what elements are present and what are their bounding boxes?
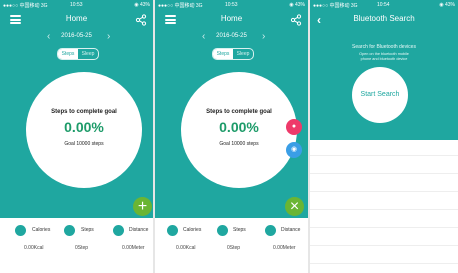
status-bar: ●●●○○ 中国移动 3G 10:53 ◉ 43% <box>0 0 153 9</box>
home-screen-1: ●●●○○ 中国移动 3G 10:53 ◉ 43% Home ‹ 2016-05… <box>0 0 153 273</box>
goal-subtitle: Goal 10000 steps <box>64 141 104 147</box>
tab-steps[interactable]: Steps <box>213 49 233 59</box>
calories-label: Calories <box>32 227 51 233</box>
next-day-button[interactable]: › <box>262 31 265 43</box>
status-bar: ●●●○○ 中国移动 3G 10:53 ◉ 43% <box>155 0 308 9</box>
close-menu-button[interactable]: × <box>285 197 304 216</box>
home-screen-2: ●●●○○ 中国移动 3G 10:53 ◉ 43% Home ‹ 2016-05… <box>155 0 308 273</box>
time-text: 10:54 <box>377 2 390 8</box>
distance-label: Distance <box>129 227 149 233</box>
sync-button[interactable]: ◉ <box>286 142 302 158</box>
search-description: Search for Bluetooth devices <box>352 44 416 50</box>
stats-bar: Calories 0.00Kcal Steps 0Step Distance 0… <box>0 218 153 273</box>
carrier-text: ●●●○○ 中国移动 3G <box>158 3 203 9</box>
battery-text: ◉ 43% <box>134 2 150 8</box>
device-list-divider <box>310 191 458 192</box>
goal-title: Steps to complete goal <box>206 109 272 115</box>
bluetooth-search-screen: ●●●○○ 中国移动 3G 10:54 ◉ 43% ‹ Bluetooth Se… <box>310 0 458 273</box>
steps-label: Steps <box>81 227 94 233</box>
page-title: Home <box>65 14 88 23</box>
calories-label: Calories <box>183 227 202 233</box>
goal-title: Steps to complete goal <box>51 109 117 115</box>
device-list-divider <box>310 209 458 210</box>
share-icon[interactable] <box>290 14 302 26</box>
nav-bar: Home <box>155 9 308 31</box>
goal-progress-circle: Steps to complete goal 0.00% Goal 10000 … <box>181 72 297 188</box>
distance-value: 0.00Meter <box>122 245 145 251</box>
time-text: 10:53 <box>225 2 238 8</box>
goal-percent: 0.00% <box>219 119 259 135</box>
calories-icon <box>15 225 26 236</box>
date-selector: ‹ 2016-05-25 › <box>0 31 153 45</box>
steps-sleep-toggle: Steps Sleep <box>212 48 254 60</box>
tab-sleep[interactable]: Sleep <box>233 49 253 59</box>
nav-bar: Home <box>0 9 153 31</box>
calories-icon <box>167 225 178 236</box>
distance-value: 0.00Meter <box>273 245 296 251</box>
carrier-text: ●●●○○ 中国移动 3G <box>313 3 358 9</box>
battery-text: ◉ 43% <box>289 2 305 8</box>
page-title: Home <box>220 14 243 23</box>
page-title: Bluetooth Search <box>353 14 415 23</box>
sync-icon: ◉ <box>290 146 298 153</box>
add-icon: + <box>137 198 148 215</box>
device-list-divider <box>310 263 458 264</box>
date-selector: ‹ 2016-05-25 › <box>155 31 308 45</box>
steps-value: 0Step <box>75 245 89 251</box>
steps-icon <box>217 225 228 236</box>
battery-text: ◉ 43% <box>439 2 455 8</box>
bluetooth-icon: ● <box>291 123 297 130</box>
distance-label: Distance <box>281 227 301 233</box>
device-list-divider <box>310 155 458 156</box>
device-list-divider <box>310 227 458 228</box>
search-hint-line-1: Open on the bluetooth mobile <box>359 52 409 56</box>
carrier-text: ●●●○○ 中国移动 3G <box>3 3 48 9</box>
tab-sleep[interactable]: Sleep <box>78 49 98 59</box>
share-icon[interactable] <box>135 14 147 26</box>
bluetooth-button[interactable]: ● <box>286 119 302 135</box>
steps-label: Steps <box>233 227 246 233</box>
date-label: 2016-05-25 <box>216 33 247 39</box>
next-day-button[interactable]: › <box>107 31 110 43</box>
steps-value: 0Step <box>227 245 241 251</box>
distance-icon <box>265 225 276 236</box>
tab-steps[interactable]: Steps <box>58 49 78 59</box>
time-text: 10:53 <box>70 2 83 8</box>
device-list-divider <box>310 173 458 174</box>
steps-icon <box>64 225 75 236</box>
steps-sleep-toggle: Steps Sleep <box>57 48 99 60</box>
device-list-divider <box>310 245 458 246</box>
search-hint-line-2: phone and bluetooth device <box>360 57 408 61</box>
close-icon: × <box>289 198 300 215</box>
distance-icon <box>113 225 124 236</box>
status-bar: ●●●○○ 中国移动 3G 10:54 ◉ 43% <box>310 0 458 9</box>
stats-bar: Calories 0.00Kcal Steps 0Step Distance 0… <box>155 218 308 273</box>
nav-bar: ‹ Bluetooth Search <box>310 9 458 31</box>
goal-percent: 0.00% <box>64 119 104 135</box>
start-search-button[interactable]: Start Search <box>352 67 408 123</box>
date-label: 2016-05-25 <box>61 33 92 39</box>
add-button[interactable]: + <box>133 197 152 216</box>
calories-value: 0.00Kcal <box>176 245 196 251</box>
goal-subtitle: Goal 10000 steps <box>219 141 259 147</box>
goal-progress-circle: Steps to complete goal 0.00% Goal 10000 … <box>26 72 142 188</box>
calories-value: 0.00Kcal <box>24 245 44 251</box>
